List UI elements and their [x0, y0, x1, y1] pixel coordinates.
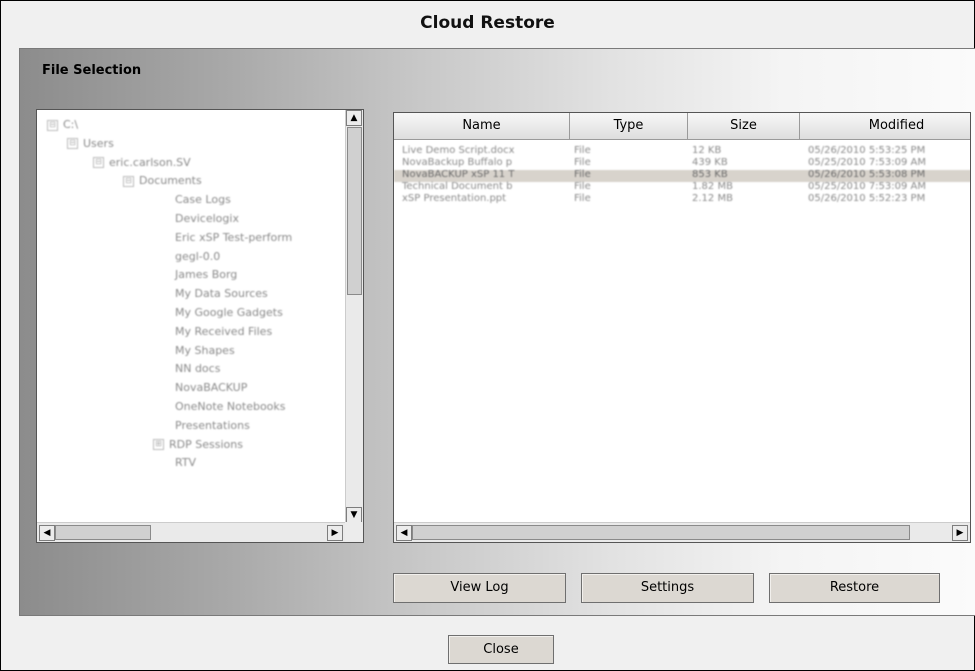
tree-item-label: Users [83, 136, 114, 150]
tree-item-label: James Borg [175, 268, 238, 282]
tree-item[interactable]: OneNote Notebooks [175, 400, 286, 414]
file-modified-cell: 05/26/2010 5:53:08 PM [808, 169, 926, 180]
file-name-cell: NovaBACKUP xSP 11 T [402, 169, 515, 180]
folder-tree[interactable]: ⊟ C:\ ⊟ Users ⊟ eric.carlson.SV ⊟ Documents Case… [36, 109, 364, 543]
tree-item[interactable]: RTV [175, 456, 196, 470]
tree-item-label: gegl-0.0 [175, 249, 221, 263]
file-name-cell: Live Demo Script.docx [402, 145, 515, 156]
tree-item-label: My Data Sources [175, 287, 268, 301]
file-modified-cell: 05/26/2010 5:53:25 PM [808, 145, 926, 156]
tree-vertical-scroll-thumb[interactable] [347, 127, 362, 295]
file-size-cell: 12 KB [692, 145, 722, 156]
scroll-right-icon[interactable]: ▶ [327, 525, 343, 541]
tree-item[interactable]: gegl-0.0 [175, 250, 220, 264]
restore-button[interactable]: Restore [769, 573, 940, 603]
tree-item[interactable]: ⊟ Documents [123, 174, 202, 188]
tree-item[interactable]: Devicelogix [175, 212, 239, 226]
expand-toggle-icon[interactable]: ⊟ [123, 175, 134, 187]
tree-item-label: C:\ [63, 118, 79, 131]
file-size-cell: 853 KB [692, 169, 728, 180]
scroll-left-icon[interactable]: ◀ [396, 525, 412, 541]
tree-item[interactable]: Presentations [175, 419, 250, 433]
scrollbar-corner [345, 522, 363, 542]
tree-item[interactable]: My Google Gadgets [175, 306, 283, 320]
tree-horizontal-scroll-thumb[interactable] [55, 525, 151, 540]
tree-item-label: NovaBACKUP [175, 381, 248, 395]
tree-horizontal-scrollbar[interactable]: ◀ ▶ [37, 522, 345, 542]
file-size-cell: 2.12 MB [692, 193, 733, 204]
scroll-up-icon[interactable]: ▲ [346, 110, 362, 126]
file-modified-cell: 05/25/2010 7:53:09 AM [808, 181, 927, 192]
tree-item[interactable]: My Received Files [175, 325, 272, 339]
file-row[interactable]: xSP Presentation.ppt File 2.12 MB 05/26/201… [394, 193, 970, 206]
tree-item-label: Documents [139, 174, 202, 188]
tree-item-label: Presentations [175, 418, 250, 432]
tree-item[interactable]: ⊞ RDP Sessions [153, 438, 243, 452]
tree-item[interactable]: My Data Sources [175, 287, 268, 301]
file-list[interactable]: Name Type Size Modified Live Demo Script… [393, 112, 971, 543]
tree-item-label: Case Logs [175, 193, 231, 207]
file-type-cell: File [574, 157, 591, 168]
tree-item-label: NN docs [175, 362, 221, 376]
file-type-cell: File [574, 181, 591, 192]
list-horizontal-scrollbar[interactable]: ◀ ▶ [394, 522, 970, 542]
tree-item[interactable]: James Borg [175, 268, 237, 282]
scroll-left-icon[interactable]: ◀ [39, 525, 55, 541]
expand-toggle-icon[interactable]: ⊞ [153, 439, 164, 451]
tree-item-label: RTV [175, 456, 197, 470]
tree-item-label: My Received Files [175, 324, 273, 338]
file-selection-panel: File Selection ⊟ C:\ ⊟ Users ⊟ eric.carlson.S… [19, 48, 975, 616]
file-size-cell: 439 KB [692, 157, 728, 168]
file-name-cell: Technical Document b [402, 181, 513, 192]
file-modified-cell: 05/25/2010 7:53:09 AM [808, 157, 927, 168]
file-type-cell: File [574, 193, 591, 204]
tree-item[interactable]: ⊟ Users [67, 137, 114, 151]
file-size-cell: 1.82 MB [692, 181, 733, 192]
tree-vertical-scrollbar[interactable]: ▲ ▼ [345, 110, 363, 523]
view-log-button[interactable]: View Log [393, 573, 566, 603]
expand-toggle-icon[interactable]: ⊟ [93, 157, 104, 169]
tree-item[interactable]: Case Logs [175, 193, 231, 207]
scroll-right-icon[interactable]: ▶ [952, 525, 968, 541]
tree-item-label: My Google Gadgets [175, 306, 283, 319]
tree-item-label: My Shapes [175, 343, 235, 357]
settings-button[interactable]: Settings [581, 573, 754, 603]
column-header-type[interactable]: Type [570, 113, 688, 139]
file-type-cell: File [574, 169, 591, 180]
column-header-size[interactable]: Size [688, 113, 800, 139]
tree-item[interactable]: Eric xSP Test-perform [175, 231, 292, 245]
cloud-restore-dialog: Cloud Restore File Selection ⊟ C:\ ⊟ Users ⊟… [0, 0, 975, 671]
tree-item-label: OneNote Notebooks [175, 400, 286, 413]
expand-toggle-icon[interactable]: ⊟ [47, 119, 58, 131]
file-name-cell: xSP Presentation.ppt [402, 193, 507, 204]
tree-item[interactable]: My Shapes [175, 344, 235, 358]
tree-item[interactable]: NN docs [175, 362, 220, 376]
folder-tree-content: ⊟ C:\ ⊟ Users ⊟ eric.carlson.SV ⊟ Documents Case… [37, 110, 345, 523]
file-list-header: Name Type Size Modified [394, 113, 970, 140]
tree-item-label: Eric xSP Test-perform [175, 230, 293, 244]
tree-item-label: Devicelogix [175, 212, 239, 225]
expand-toggle-icon[interactable]: ⊟ [67, 138, 78, 150]
tree-item[interactable]: ⊟ C:\ [47, 118, 78, 132]
list-horizontal-scroll-thumb[interactable] [412, 525, 910, 540]
scroll-down-icon[interactable]: ▼ [346, 507, 362, 523]
column-header-name[interactable]: Name [394, 113, 570, 139]
file-name-cell: NovaBackup Buffalo p [402, 157, 513, 168]
tree-item[interactable]: ⊟ eric.carlson.SV [93, 156, 191, 170]
file-modified-cell: 05/26/2010 5:52:23 PM [808, 193, 926, 204]
tree-item-label: eric.carlson.SV [109, 155, 191, 169]
column-header-modified[interactable]: Modified [800, 113, 970, 139]
close-button[interactable]: Close [448, 635, 554, 664]
dialog-title: Cloud Restore [420, 13, 555, 33]
panel-title: File Selection [42, 63, 142, 78]
tree-item[interactable]: NovaBACKUP [175, 381, 247, 395]
tree-item-label: RDP Sessions [169, 437, 243, 451]
file-type-cell: File [574, 145, 591, 156]
